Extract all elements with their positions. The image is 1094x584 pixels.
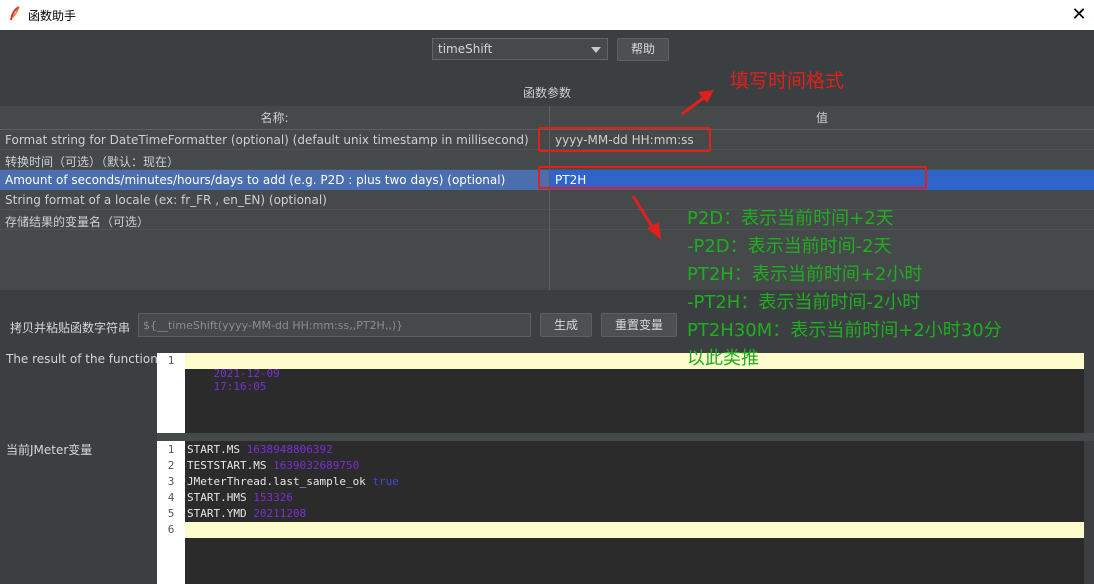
line-number: 2 — [167, 459, 175, 472]
param-name: 存储结果的变量名（可选） — [5, 215, 150, 229]
variable-key: START.MS — [187, 443, 240, 456]
variable-value: 20211208 — [253, 507, 307, 520]
param-name: Amount of seconds/minutes/hours/days to … — [5, 173, 506, 187]
variable-key: START.HMS — [187, 491, 247, 504]
annotation-arrow-icon — [631, 195, 661, 240]
line-number: 1 — [167, 443, 175, 456]
annotation-examples: P2D：表示当前时间+2天 -P2D：表示当前时间-2天 PT2H：表示当前时间… — [687, 204, 1002, 372]
column-header-value: 值 — [815, 111, 828, 125]
generate-button[interactable]: 生成 — [540, 313, 592, 337]
annotation-box-amount — [538, 166, 927, 189]
annotation-box-format — [538, 127, 711, 152]
feather-icon — [10, 6, 20, 21]
params-section-label: 函数参数 — [522, 86, 571, 100]
annotation-line: P2D：表示当前时间+2天 — [687, 208, 894, 229]
function-select[interactable]: timeShift — [432, 38, 608, 60]
variable-key: TESTSTART.MS — [187, 459, 267, 472]
close-icon[interactable]: ✕ — [1064, 0, 1094, 30]
annotation-line: -P2D：表示当前时间-2天 — [687, 236, 892, 257]
line-number: 5 — [167, 507, 175, 520]
variable-value: true — [372, 475, 399, 488]
annotation-line: PT2H30M：表示当前时间+2小时30分 — [687, 320, 1002, 341]
result-date: 2021-12-09 — [213, 367, 280, 380]
param-name: Format string for DateTimeFormatter (opt… — [5, 133, 529, 147]
current-line-highlight — [185, 522, 1084, 538]
column-header-name: 名称: — [260, 111, 289, 125]
annotation-line: PT2H：表示当前时间+2小时 — [687, 264, 923, 285]
variables-editor[interactable]: 1 START.MS 1638948806392 2 TESTSTART.MS … — [157, 441, 1084, 584]
line-number: 1 — [167, 354, 175, 367]
annotation-arrow-icon — [681, 90, 714, 116]
annotation-line: 以此类推 — [687, 348, 759, 369]
function-string-label: 拷贝并粘贴函数字符串 — [10, 321, 131, 335]
annotation-line: -PT2H：表示当前时间-2小时 — [687, 292, 921, 313]
title-bar: 函数助手 ✕ — [0, 0, 1094, 30]
line-number: 6 — [167, 523, 175, 536]
variable-key: JMeterThread.last_sample_ok — [187, 475, 366, 488]
jmeter-variables-label: 当前JMeter变量 — [6, 443, 93, 457]
line-number: 3 — [167, 475, 175, 488]
chevron-down-icon — [591, 47, 601, 53]
variable-value: 153326 — [253, 491, 293, 504]
result-time: 17:16:05 — [213, 380, 267, 393]
result-label: The result of the function is — [6, 352, 172, 366]
reset-variables-button[interactable]: 重置变量 — [601, 313, 677, 337]
function-string-value: ${__timeShift(yyyy-MM-dd HH:mm:ss,,PT2H,… — [143, 319, 404, 332]
param-name: 转换时间（可选）（默认：现在） — [5, 155, 180, 169]
annotation-format-note: 填写时间格式 — [730, 70, 845, 92]
variable-value: 1639032689750 — [273, 459, 360, 472]
function-select-value: timeShift — [438, 42, 493, 56]
variable-key: START.YMD — [187, 507, 247, 520]
help-button[interactable]: 帮助 — [617, 38, 669, 61]
window-title: 函数助手 — [28, 9, 77, 23]
param-name: String format of a locale (ex: fr_FR , e… — [5, 193, 327, 207]
variable-value: 1638948806392 — [246, 443, 333, 456]
function-string-field[interactable]: ${__timeShift(yyyy-MM-dd HH:mm:ss,,PT2H,… — [138, 313, 531, 337]
splitter[interactable] — [157, 433, 1094, 441]
line-number: 4 — [167, 491, 175, 504]
